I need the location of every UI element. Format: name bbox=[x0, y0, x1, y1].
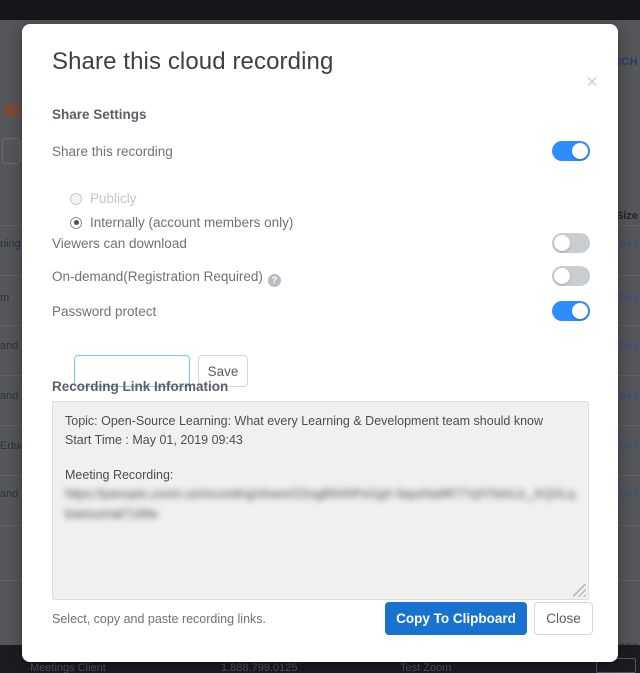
radio-publicly-input[interactable] bbox=[70, 192, 82, 205]
textarea-resize-handle[interactable] bbox=[573, 584, 586, 597]
dialog-title: Share this cloud recording bbox=[52, 48, 334, 75]
share-cloud-recording-dialog: ✕ Share this cloud recording Share Setti… bbox=[22, 24, 618, 662]
background-row-text: and bbox=[0, 488, 19, 500]
text-spacer bbox=[65, 451, 576, 466]
toggle-viewers-can-download[interactable] bbox=[552, 233, 590, 253]
footer-meetings-client[interactable]: Meetings Client bbox=[30, 662, 106, 673]
page-root: SCH Size ning m and and Educ and es ( es… bbox=[0, 0, 640, 673]
toggle-share-this-recording[interactable] bbox=[552, 141, 590, 161]
toggle-knob bbox=[572, 143, 588, 159]
recording-start-time: Start Time : May 01, 2019 09:43 bbox=[65, 433, 243, 448]
footer-test-zoom[interactable]: Test Zoom bbox=[400, 662, 451, 673]
background-size-value[interactable]: es ( bbox=[620, 340, 638, 352]
toggle-knob bbox=[554, 235, 570, 251]
close-icon[interactable]: ✕ bbox=[582, 72, 602, 92]
meeting-recording-url[interactable]: https://panopto.zoom.us/recording/share/… bbox=[65, 485, 576, 524]
setting-label-viewers-can-download: Viewers can download bbox=[52, 236, 187, 251]
setting-label-password-protect: Password protect bbox=[52, 304, 157, 319]
background-row-text: m bbox=[0, 292, 10, 304]
background-row-text: and bbox=[0, 340, 19, 352]
toggle-password-protect[interactable] bbox=[552, 301, 590, 321]
recording-topic: Topic: Open-Source Learning: What every … bbox=[65, 414, 544, 428]
background-size-value[interactable]: es ( bbox=[620, 390, 638, 402]
background-size-value[interactable]: es ( bbox=[620, 488, 638, 500]
background-size-column-header: Size bbox=[615, 210, 638, 222]
meeting-recording-label: Meeting Recording: bbox=[65, 467, 174, 482]
background-row-text: ning bbox=[0, 238, 21, 250]
toggle-knob bbox=[554, 268, 570, 284]
setting-label-on-demand: On-demand(Registration Required)? bbox=[52, 269, 281, 287]
background-logo-icon bbox=[4, 104, 20, 116]
toggle-knob bbox=[572, 303, 588, 319]
copy-hint-text: Select, copy and paste recording links. bbox=[52, 612, 267, 626]
setting-label-share-this-recording: Share this recording bbox=[52, 144, 173, 159]
background-size-value[interactable]: es ( bbox=[620, 440, 638, 452]
radio-option-internally[interactable]: Internally (account members only) bbox=[70, 215, 293, 230]
recording-link-information-heading: Recording Link Information bbox=[52, 379, 229, 394]
background-size-value[interactable]: es ( bbox=[620, 292, 638, 304]
recording-link-textarea[interactable]: Topic: Open-Source Learning: What every … bbox=[52, 401, 589, 600]
background-toolbar-button-1[interactable] bbox=[2, 138, 20, 164]
copy-to-clipboard-button[interactable]: Copy To Clipboard bbox=[385, 602, 527, 635]
radio-option-publicly[interactable]: Publicly bbox=[70, 191, 137, 206]
radio-internally-input[interactable] bbox=[70, 216, 82, 229]
background-row-text: and bbox=[0, 390, 19, 402]
toggle-on-demand[interactable] bbox=[552, 266, 590, 286]
footer-phone: 1.888.799.0125 bbox=[221, 662, 298, 673]
radio-publicly-label: Publicly bbox=[90, 191, 137, 206]
background-size-value[interactable]: es ( bbox=[620, 238, 638, 250]
close-button[interactable]: Close bbox=[534, 602, 593, 635]
background-top-bar bbox=[0, 0, 640, 20]
on-demand-text: On-demand(Registration Required) bbox=[52, 269, 263, 284]
help-circle-icon[interactable]: ? bbox=[267, 274, 281, 287]
radio-internally-label: Internally (account members only) bbox=[90, 215, 294, 230]
share-settings-heading: Share Settings bbox=[52, 107, 147, 122]
